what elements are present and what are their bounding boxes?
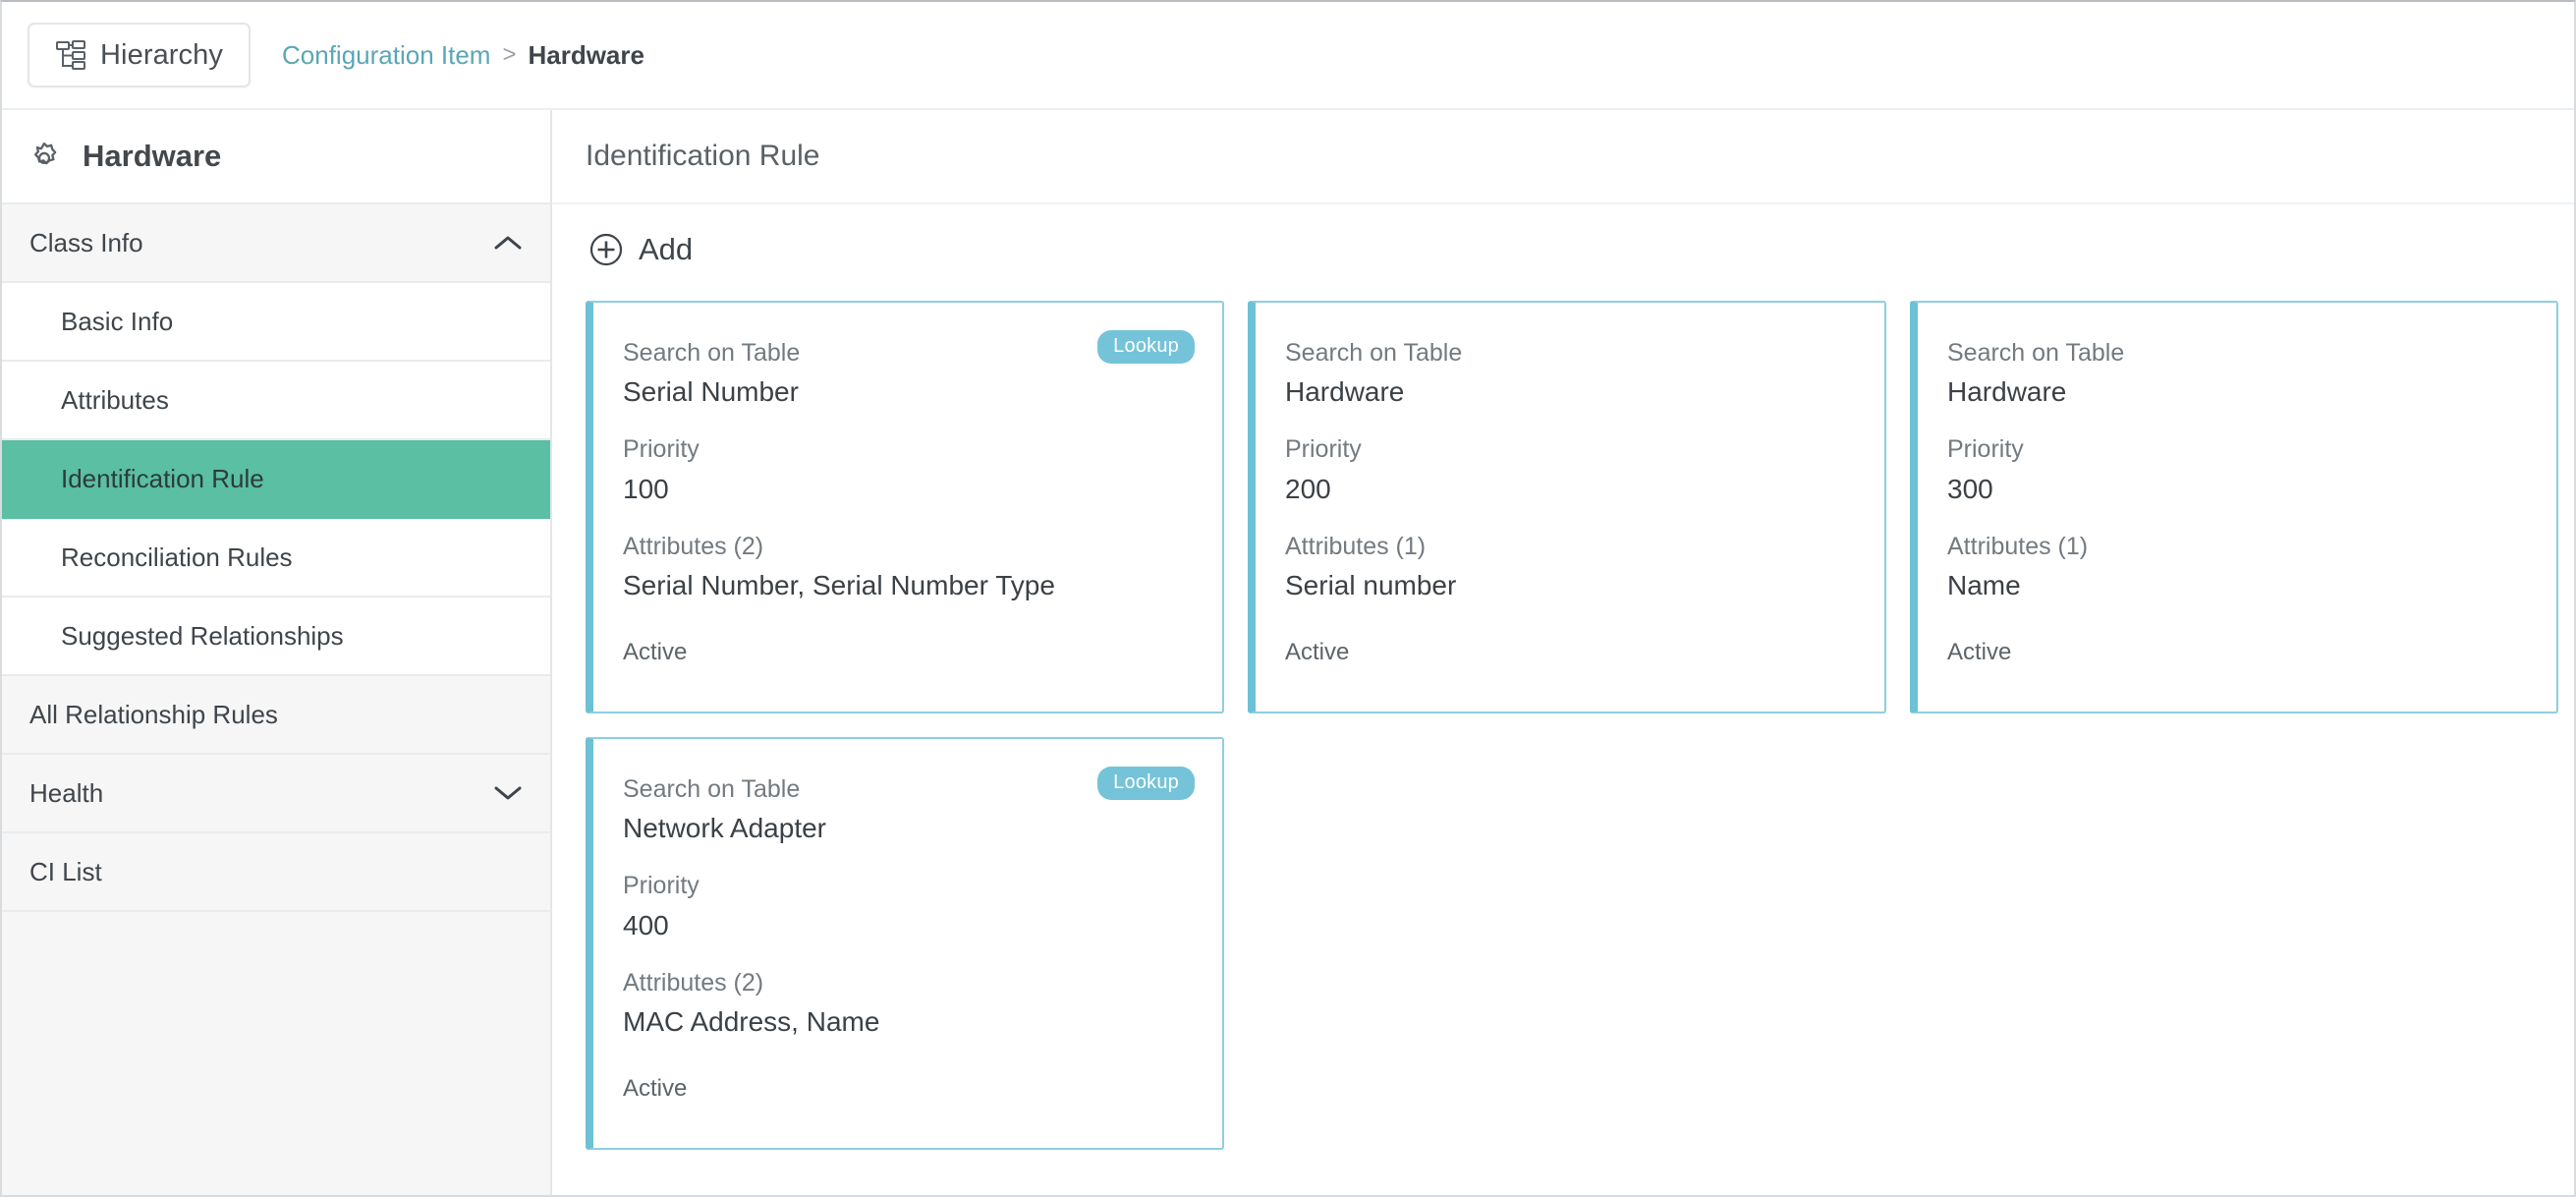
chevron-down-icon[interactable] <box>493 784 523 802</box>
sidebar-item-suggested-relationships[interactable]: Suggested Relationships <box>2 598 550 676</box>
card-search-on-table-value: Hardware <box>1285 376 1405 408</box>
identification-rule-card[interactable]: Search on Table Hardware Priority 300 Attrib… <box>1910 301 2558 713</box>
card-priority-label: Priority <box>623 435 700 464</box>
add-button-label: Add <box>639 232 694 266</box>
sidebar-title: Hardware <box>83 139 222 173</box>
sidebar: Hardware Class Info Basic Info Attributes I… <box>2 110 552 1195</box>
sidebar-item-all-relationship-rules[interactable]: All Relationship Rules <box>2 676 550 755</box>
card-priority-label: Priority <box>1947 435 2024 464</box>
card-attributes-value: Serial Number, Serial Number Type <box>623 569 1055 600</box>
card-attributes-label: Attributes (2) <box>623 968 764 997</box>
add-button[interactable]: Add <box>586 229 693 270</box>
body-area: Hardware Class Info Basic Info Attributes I… <box>2 110 2574 1195</box>
sidebar-item-basic-info[interactable]: Basic Info <box>2 283 550 362</box>
sidebar-item-label: Identification Rule <box>61 463 264 493</box>
breadcrumb-separator: > <box>502 41 517 68</box>
card-search-on-table-value: Hardware <box>1947 376 2067 408</box>
card-priority-label: Priority <box>623 872 700 900</box>
card-priority-value: 200 <box>1285 473 1331 504</box>
sidebar-header: Hardware <box>2 110 550 204</box>
card-attributes-value: Name <box>1947 569 2021 600</box>
sidebar-nav-list: Class Info Basic Info Attributes Identifica… <box>2 204 550 912</box>
identification-rule-cards: Search on Table Serial Number Priority 100 A… <box>552 295 2574 1195</box>
breadcrumb-current-hardware: Hardware <box>528 39 644 70</box>
top-bar: Hierarchy Configuration Item > Hardware <box>2 2 2574 110</box>
card-priority-value: 100 <box>623 473 669 504</box>
sidebar-item-label: Health <box>29 777 104 808</box>
hierarchy-button[interactable]: Hierarchy <box>28 23 251 87</box>
sidebar-item-class-info[interactable]: Class Info <box>2 204 550 283</box>
application-window: Hierarchy Configuration Item > Hardware … <box>0 0 2576 1197</box>
sidebar-empty-space <box>2 912 550 1195</box>
sidebar-item-label: Class Info <box>29 227 143 257</box>
card-status: Active <box>623 1075 688 1102</box>
cards-row: Search on Table Serial Number Priority 100 A… <box>586 301 2564 713</box>
sitemap-icon <box>55 39 86 71</box>
card-attributes-value: MAC Address, Name <box>623 1005 880 1037</box>
card-status: Active <box>1285 639 1350 665</box>
identification-rule-card[interactable]: Search on Table Serial Number Priority 100 A… <box>586 301 1224 713</box>
card-search-on-table-label: Search on Table <box>1285 339 1463 367</box>
page-title: Identification Rule <box>586 140 820 172</box>
lookup-badge: Lookup <box>1097 330 1195 364</box>
lookup-badge: Lookup <box>1097 767 1195 800</box>
chevron-up-icon[interactable] <box>493 234 523 252</box>
sidebar-item-ci-list[interactable]: CI List <box>2 833 550 912</box>
card-search-on-table-value: Serial Number <box>623 376 799 408</box>
sidebar-item-label: Reconciliation Rules <box>61 542 293 572</box>
sidebar-item-label: CI List <box>29 856 102 886</box>
plus-circle-icon <box>586 229 627 270</box>
sidebar-item-label: Basic Info <box>61 306 174 336</box>
sidebar-item-label: All Relationship Rules <box>29 699 278 729</box>
card-attributes-label: Attributes (1) <box>1947 532 2089 560</box>
card-status: Active <box>623 639 688 665</box>
card-attributes-label: Attributes (2) <box>623 532 764 560</box>
sidebar-item-label: Suggested Relationships <box>61 620 344 651</box>
identification-rule-card[interactable]: Search on Table Network Adapter Priority 40… <box>586 737 1224 1150</box>
card-priority-value: 400 <box>623 909 669 940</box>
sidebar-item-attributes[interactable]: Attributes <box>2 362 550 440</box>
card-priority-label: Priority <box>1285 435 1362 464</box>
card-attributes-value: Serial number <box>1285 569 1457 600</box>
gear-icon <box>24 136 65 177</box>
sidebar-item-identification-rule[interactable]: Identification Rule <box>2 440 550 519</box>
sidebar-item-label: Attributes <box>61 384 169 415</box>
main-header: Identification Rule <box>552 110 2574 204</box>
card-search-on-table-value: Network Adapter <box>623 813 826 844</box>
breadcrumb: Configuration Item > Hardware <box>282 40 644 71</box>
sidebar-item-reconciliation-rules[interactable]: Reconciliation Rules <box>2 519 550 598</box>
card-attributes-label: Attributes (1) <box>1285 532 1427 560</box>
hierarchy-button-label: Hierarchy <box>100 38 223 71</box>
card-status: Active <box>1947 639 2012 665</box>
card-priority-value: 300 <box>1947 473 1993 504</box>
main-toolbar: Add <box>552 204 2574 295</box>
card-search-on-table-label: Search on Table <box>1947 339 2125 367</box>
breadcrumb-link-configuration-item[interactable]: Configuration Item <box>282 40 490 71</box>
cards-row: Search on Table Network Adapter Priority 40… <box>586 737 2564 1150</box>
identification-rule-card[interactable]: Search on Table Hardware Priority 200 Attrib… <box>1248 301 1886 713</box>
sidebar-item-health[interactable]: Health <box>2 755 550 833</box>
main-panel: Identification Rule Add Search on Table S… <box>552 110 2574 1195</box>
